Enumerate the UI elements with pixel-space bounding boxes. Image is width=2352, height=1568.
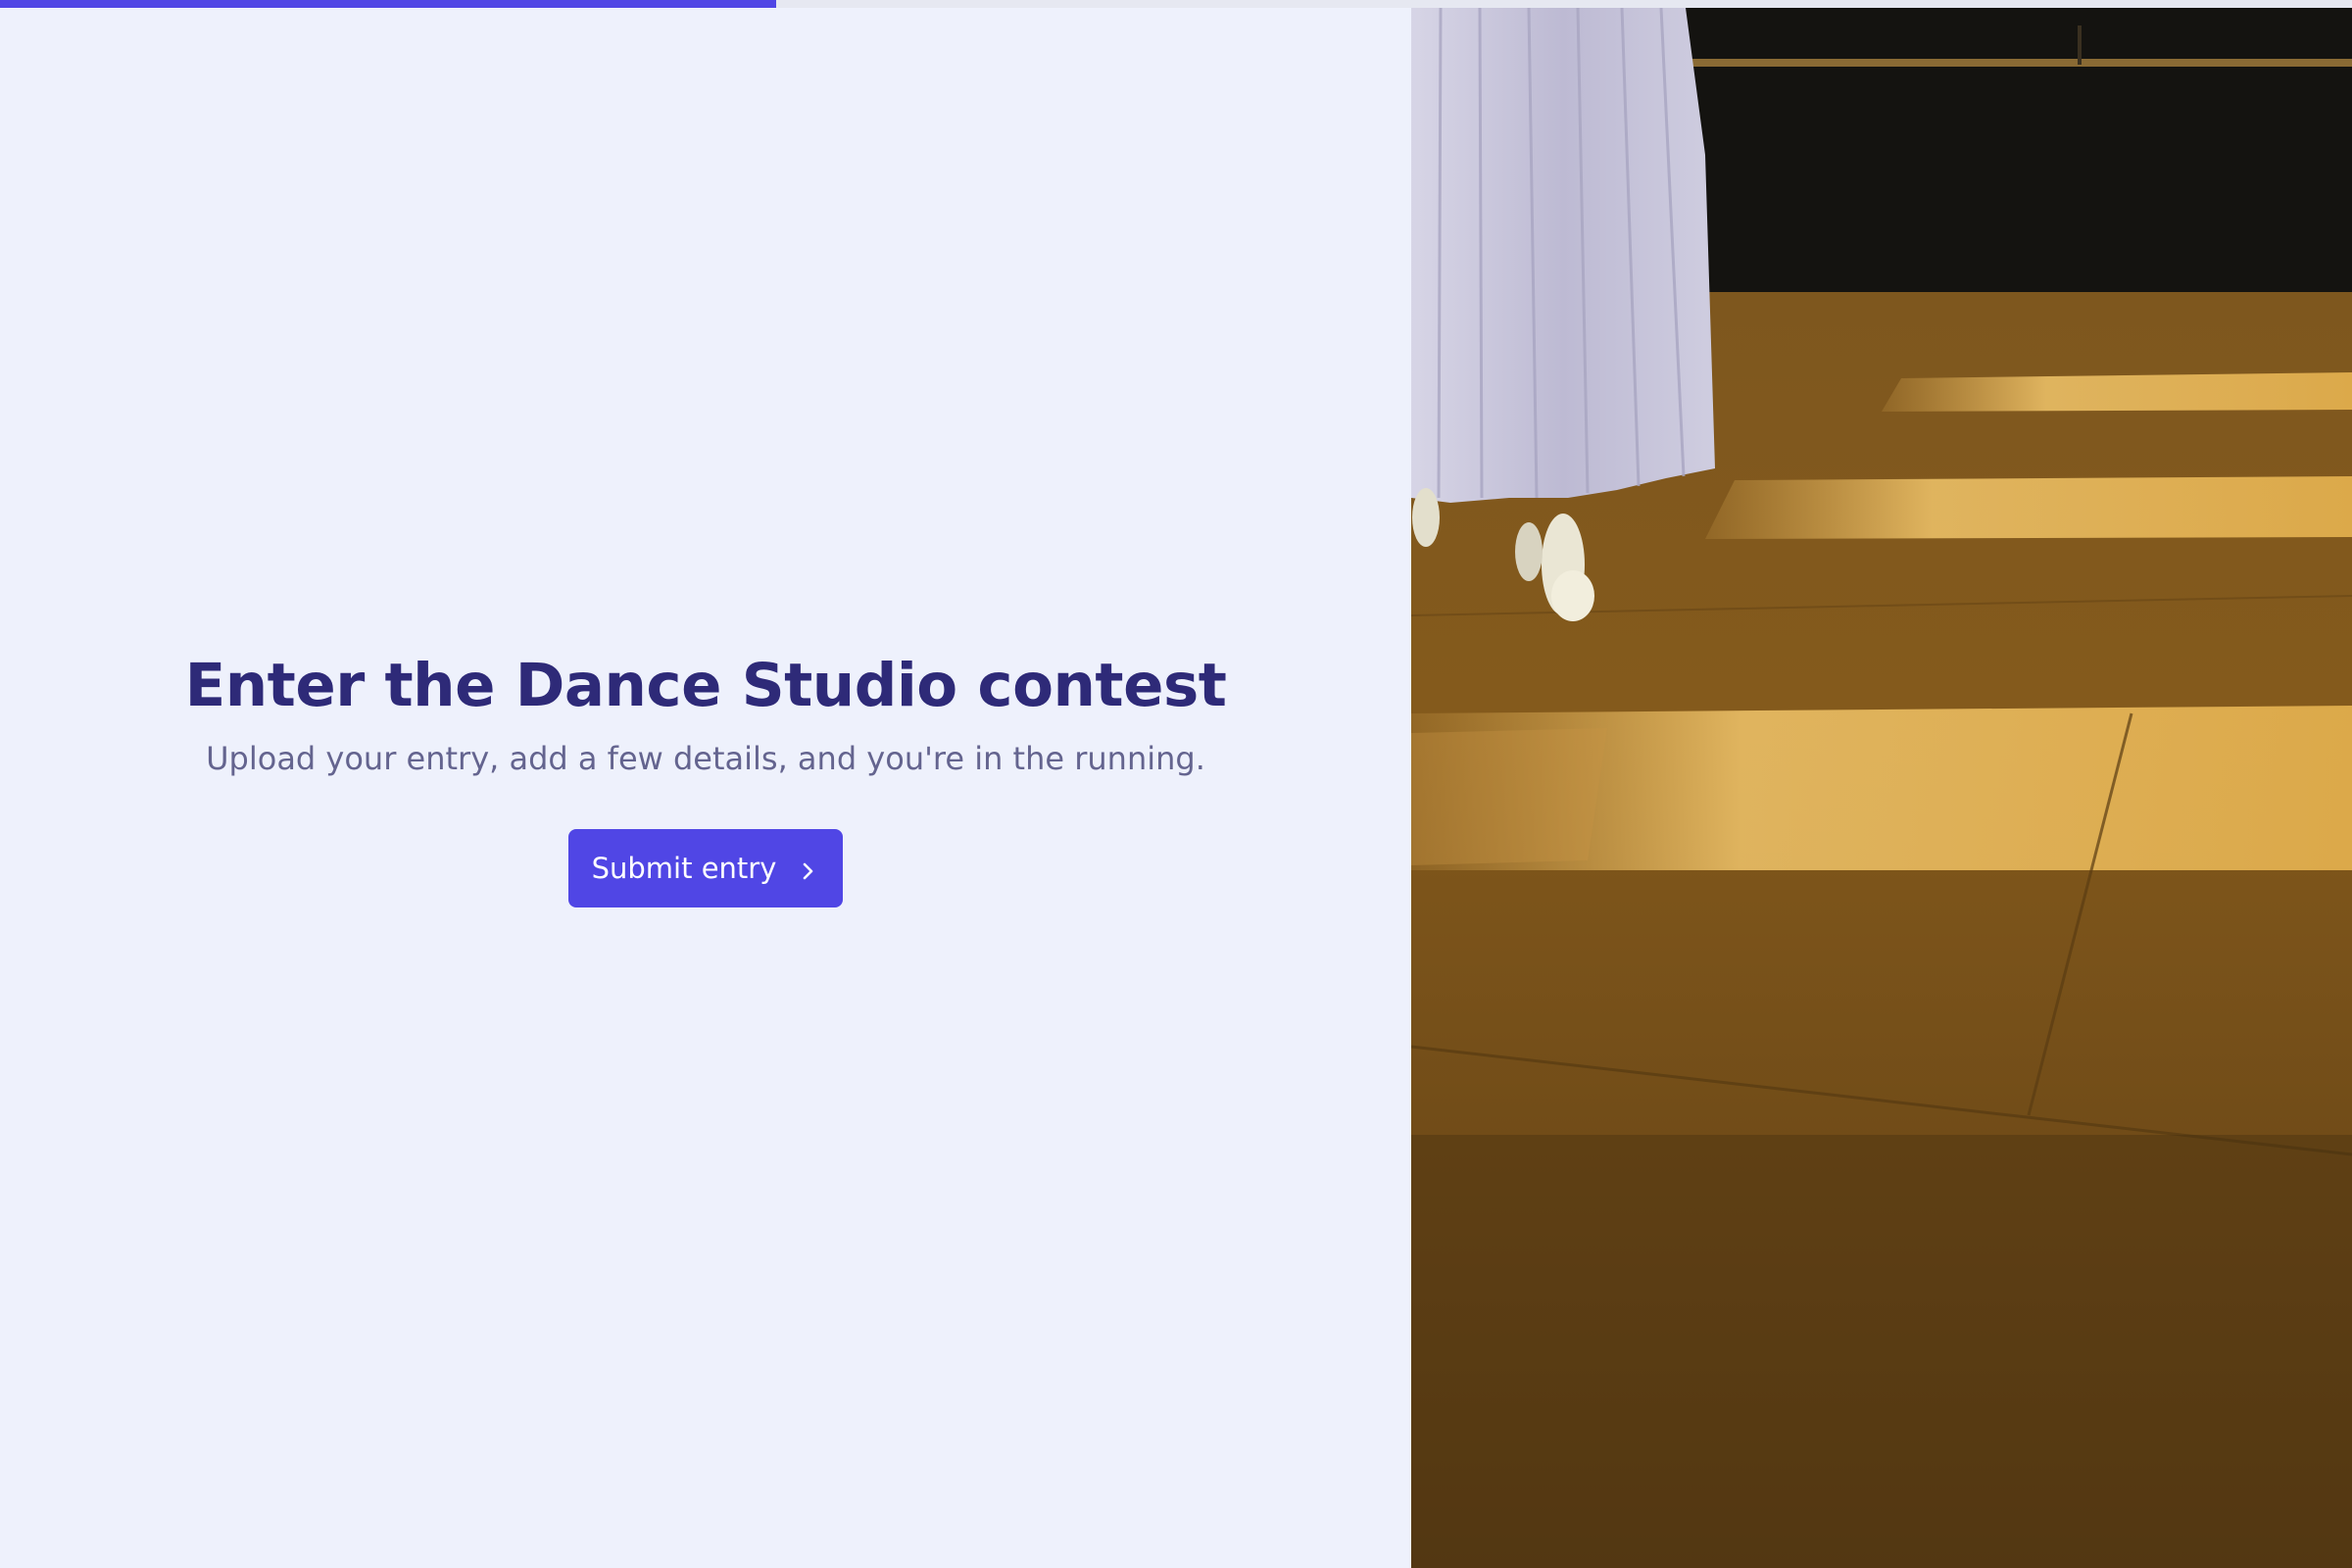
page-subtitle: Upload your entry, add a few details, an… [206,740,1205,778]
ballet-dancer-photo [1411,8,2352,1568]
hero-section: Enter the Dance Studio contest Upload yo… [0,650,1411,907]
submit-entry-label: Submit entry [591,851,777,885]
progress-bar [0,0,2352,8]
submit-entry-button[interactable]: Submit entry [568,828,843,907]
chevron-right-icon [796,857,819,880]
page-title: Enter the Dance Studio contest [184,651,1227,720]
contest-intro-panel: Enter the Dance Studio contest Upload yo… [0,8,1411,1568]
progress-bar-fill [0,0,776,8]
